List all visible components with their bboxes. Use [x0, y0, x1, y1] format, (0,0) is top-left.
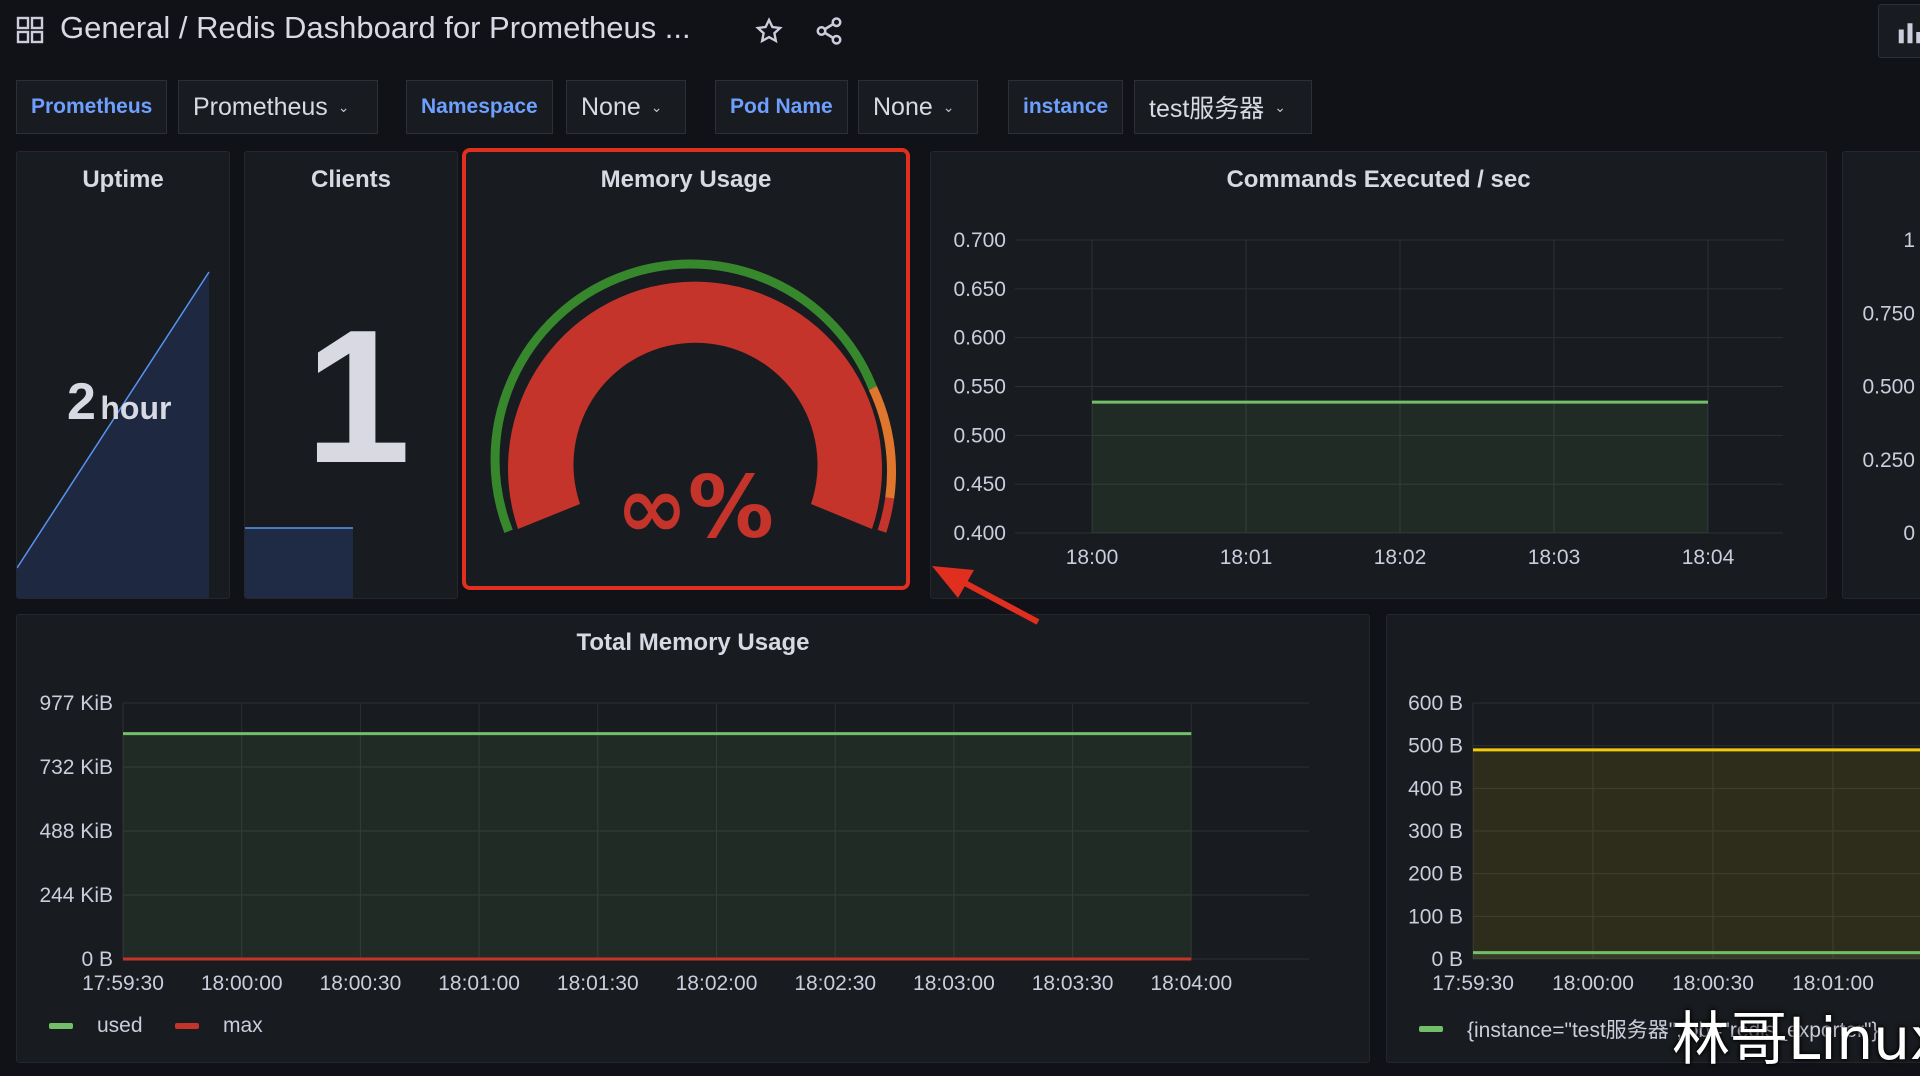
legend-used[interactable]: used — [49, 1014, 143, 1038]
x-tick-label: 18:01:30 — [557, 972, 639, 995]
bottom-right-chart: 600 B 500 B 400 B 300 B 200 B 100 B 0 B17:59:3… — [1408, 692, 1920, 995]
memory-gauge: ∞% — [490, 259, 896, 558]
legend-swatch — [1419, 1026, 1443, 1032]
uptime-value: 2 hour — [67, 373, 172, 431]
y-tick-label: 0.450 — [953, 473, 1006, 496]
chevron-down-icon: ⌄ — [337, 98, 350, 115]
x-tick-label: 18:01:00 — [438, 972, 520, 995]
share-icon[interactable] — [814, 16, 844, 46]
var-select-namespace[interactable]: None ⌄ — [566, 80, 686, 134]
var-select-datasource[interactable]: Prometheus ⌄ — [178, 80, 378, 134]
clients-value: 1 — [305, 291, 411, 503]
grid-icon[interactable] — [16, 16, 44, 44]
clients-panel[interactable]: Clients 1 — [244, 151, 458, 599]
top-bar: General / Redis Dashboard for Prometheus… — [0, 0, 1920, 64]
y-tick-label: 0.250 — [1862, 449, 1915, 472]
right-partial-panel[interactable]: 1 0.750 0.500 0.250 0 — [1842, 151, 1920, 599]
y-tick-label: 400 B — [1408, 777, 1463, 800]
x-tick-label: 17:59:30 — [82, 972, 164, 995]
right-partial-chart: 1 0.750 0.500 0.250 0 — [1862, 229, 1915, 545]
y-tick-label: 732 KiB — [39, 756, 113, 779]
y-tick-label: 500 B — [1408, 735, 1463, 758]
var-value-pod-name: None — [873, 92, 933, 121]
breadcrumb[interactable]: General / Redis Dashboard for Prometheus… — [60, 10, 691, 46]
y-tick-label: 977 KiB — [39, 692, 113, 715]
total-memory-chart: 977 KiB 732 KiB 488 KiB 244 KiB 0 B17:59:30 1… — [39, 692, 1309, 995]
var-select-pod-name[interactable]: None ⌄ — [858, 80, 978, 134]
y-tick-label: 100 B — [1408, 905, 1463, 928]
memory-gauge-value: ∞% — [616, 458, 774, 558]
y-tick-label: 300 B — [1408, 820, 1463, 843]
legend-max[interactable]: max — [175, 1014, 263, 1038]
x-tick-label: 18:02 — [1374, 546, 1427, 569]
annotation-arrow — [932, 566, 1040, 625]
uptime-panel[interactable]: Uptime 2 hour — [16, 151, 230, 599]
x-tick-label: 18:03:00 — [913, 972, 995, 995]
var-label-datasource: Prometheus — [16, 80, 168, 134]
y-tick-label: 0 — [1903, 522, 1915, 545]
var-label-instance: instance — [1008, 80, 1124, 134]
chevron-down-icon: ⌄ — [942, 98, 955, 115]
y-tick-label: 0.750 — [1862, 302, 1915, 325]
x-tick-label: 18:00:30 — [320, 972, 402, 995]
panel-add-icon — [1898, 23, 1920, 44]
y-tick-label: 0.400 — [953, 522, 1006, 545]
y-tick-label: 0 B — [81, 948, 113, 971]
var-label-pod-name: Pod Name — [715, 80, 848, 134]
panel-add-button[interactable] — [1878, 4, 1920, 58]
variables-bar: Prometheus Prometheus ⌄ Namespace None ⌄ P… — [0, 78, 1920, 138]
var-value-instance: test服务器 — [1149, 95, 1265, 123]
memory-usage-panel[interactable]: Memory Usage ∞% — [462, 148, 910, 590]
series-area — [1473, 749, 1920, 959]
x-tick-label: 18:00:00 — [201, 972, 283, 995]
y-tick-label: 0.650 — [953, 278, 1006, 301]
var-select-instance[interactable]: test服务器 ⌄ — [1134, 80, 1312, 134]
legend-swatch — [175, 1023, 199, 1029]
series-area — [123, 733, 1192, 959]
y-tick-label: 0.550 — [953, 376, 1006, 399]
legend-swatch — [49, 1023, 73, 1029]
x-tick-label: 18:00 — [1066, 546, 1119, 569]
y-tick-label: 244 KiB — [39, 884, 113, 907]
y-tick-label: 0.600 — [953, 327, 1006, 350]
commands-panel[interactable]: Commands Executed / sec 0.700 0.650 0.600 0… — [930, 151, 1827, 599]
series-area — [1092, 402, 1708, 533]
y-tick-label: 600 B — [1408, 692, 1463, 715]
total-memory-panel[interactable]: Total Memory Usage 977 KiB 732 KiB 488 KiB… — [16, 614, 1370, 1063]
x-tick-label: 18:02:30 — [794, 972, 876, 995]
x-tick-label: 18:00:00 — [1552, 972, 1634, 995]
y-tick-label: 200 B — [1408, 863, 1463, 886]
var-value-datasource: Prometheus — [193, 92, 328, 121]
x-tick-label: 18:01 — [1220, 546, 1273, 569]
x-tick-label: 18:03:30 — [1032, 972, 1114, 995]
commands-chart: 0.700 0.650 0.600 0.550 0.500 0.450 0.400 18:00… — [953, 229, 1783, 569]
y-tick-label: 0.500 — [953, 424, 1006, 447]
x-tick-label: 18:02:00 — [676, 972, 758, 995]
x-tick-label: 17:59:30 — [1432, 972, 1514, 995]
y-tick-label: 1 — [1903, 229, 1915, 252]
star-icon[interactable] — [755, 17, 783, 45]
watermark: 林哥Linux — [1672, 1005, 1920, 1073]
var-value-namespace: None — [581, 92, 641, 121]
var-label-namespace: Namespace — [406, 80, 553, 134]
x-tick-label: 18:04:00 — [1150, 972, 1232, 995]
y-tick-label: 488 KiB — [39, 820, 113, 843]
chevron-down-icon: ⌄ — [650, 98, 663, 115]
y-tick-label: 0.700 — [953, 229, 1006, 252]
x-tick-label: 18:03 — [1528, 546, 1581, 569]
y-tick-label: 0.500 — [1862, 376, 1915, 399]
chevron-down-icon: ⌄ — [1274, 98, 1287, 115]
y-tick-label: 0 B — [1431, 948, 1463, 971]
x-tick-label: 18:04 — [1682, 546, 1735, 569]
